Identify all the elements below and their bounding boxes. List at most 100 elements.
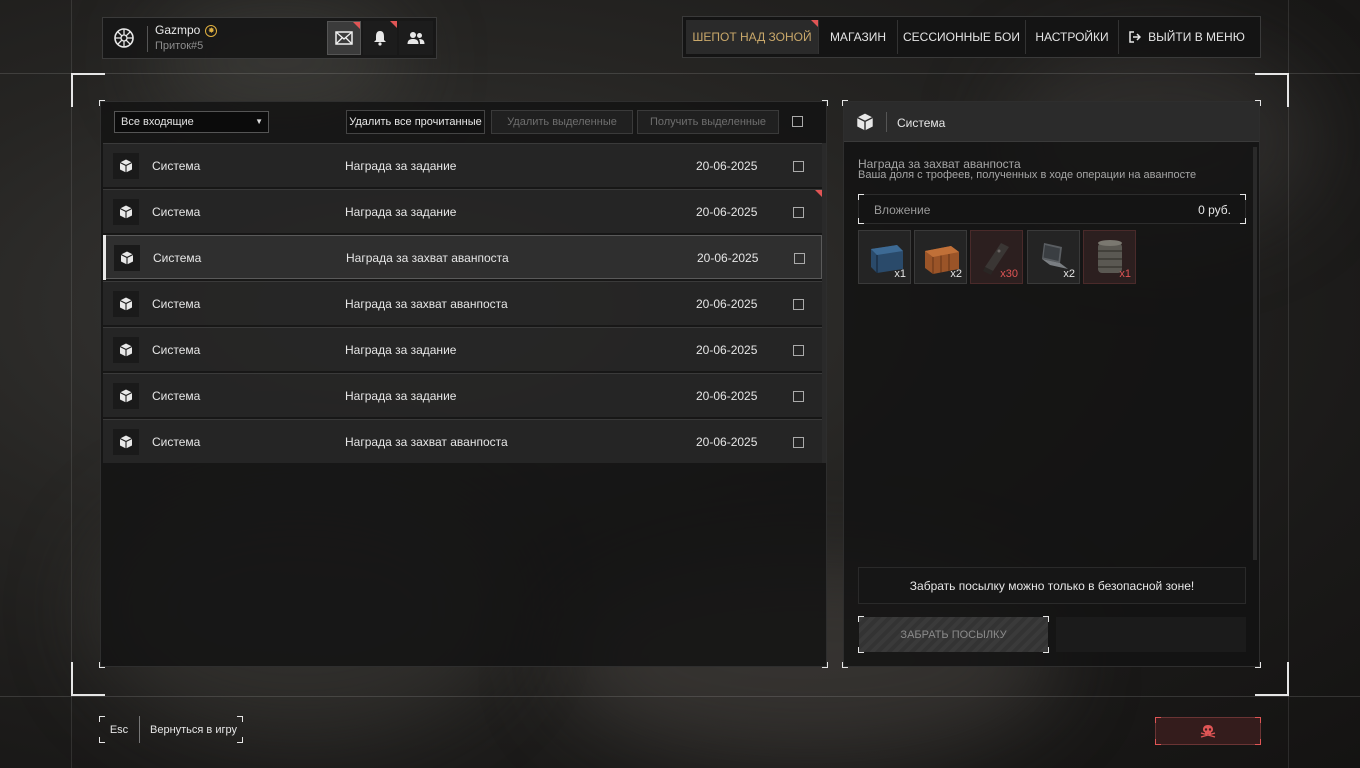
notification-marker <box>390 21 397 28</box>
message-checkbox[interactable] <box>793 299 804 310</box>
divider <box>147 26 148 52</box>
message-checkbox[interactable] <box>793 345 804 356</box>
nav-item-label: СЕССИОННЫЕ БОИ <box>903 30 1020 44</box>
package-icon <box>852 110 878 134</box>
grid-line <box>71 0 72 768</box>
list-scrollbar[interactable] <box>822 143 826 463</box>
nav-item-label: ШЕПОТ НАД ЗОНОЙ <box>692 30 812 44</box>
message-sender: Система <box>152 343 201 357</box>
item-quantity: x30 <box>1000 268 1018 280</box>
bell-icon <box>374 31 386 46</box>
exit-icon <box>1129 31 1142 43</box>
unread-marker <box>815 190 822 197</box>
message-subject: Награда за задание <box>345 389 457 403</box>
message-row[interactable]: Система Награда за задание 20-06-2025 <box>103 327 822 371</box>
package-icon <box>113 291 139 317</box>
message-subject: Награда за захват аванпоста <box>345 297 508 311</box>
package-icon <box>113 429 139 455</box>
package-icon <box>113 383 139 409</box>
message-checkbox[interactable] <box>793 161 804 172</box>
message-row[interactable]: Система Награда за захват аванпоста 20-0… <box>103 281 822 325</box>
divider <box>886 112 887 132</box>
nav-item-settings[interactable]: НАСТРОЙКИ <box>1026 20 1118 54</box>
inbox-filter-select[interactable]: Все входящие ▼ <box>114 111 269 133</box>
mail-button[interactable] <box>327 21 361 55</box>
button-corner <box>99 716 105 722</box>
item-slot[interactable]: x1 <box>858 230 911 284</box>
inbox-filter-value: Все входящие <box>121 116 194 128</box>
package-icon <box>113 199 139 225</box>
message-sender: Система <box>152 297 201 311</box>
message-checkbox[interactable] <box>793 207 804 218</box>
delete-read-button[interactable]: Удалить все прочитанные <box>346 110 485 134</box>
detail-sender: Система <box>897 116 946 130</box>
button-corner <box>99 737 105 743</box>
message-checkbox[interactable] <box>793 391 804 402</box>
get-selected-button[interactable]: Получить выделенные <box>637 110 779 134</box>
safe-zone-warning: Забрать посылку можно только в безопасно… <box>858 567 1246 604</box>
message-subject: Награда за захват аванпоста <box>346 251 509 265</box>
grid-line <box>0 696 1360 697</box>
nav-item-exit[interactable]: ВЫЙТИ В МЕНЮ <box>1119 20 1255 54</box>
message-date: 20-06-2025 <box>696 343 758 357</box>
dropdown-arrow-icon: ▼ <box>255 117 263 126</box>
inbox-panel: Все входящие ▼ Удалить все прочитанные У… <box>99 100 828 668</box>
nav-item-label: НАСТРОЙКИ <box>1035 30 1109 44</box>
nav-item-shop[interactable]: МАГАЗИН <box>819 20 897 54</box>
box-corner <box>1240 194 1246 200</box>
button-corner <box>237 716 243 722</box>
item-quantity: x1 <box>1119 268 1131 280</box>
message-subject: Награда за задание <box>345 159 457 173</box>
button-corner <box>237 737 243 743</box>
friends-icon <box>407 32 425 44</box>
notifications-button[interactable] <box>363 21 397 55</box>
box-corner <box>1240 218 1246 224</box>
item-quantity: x1 <box>894 268 906 280</box>
message-row[interactable]: Система Награда за задание 20-06-2025 <box>103 189 822 233</box>
select-all-checkbox[interactable] <box>792 116 803 127</box>
message-detail-panel: Система Награда за захват аванпоста Ваша… <box>842 100 1261 668</box>
attachment-value: 0 руб. <box>1198 203 1231 217</box>
package-icon <box>113 153 139 179</box>
item-quantity: x2 <box>950 268 962 280</box>
message-date: 20-06-2025 <box>696 205 758 219</box>
attachment-box: Вложение 0 руб. <box>858 194 1246 224</box>
nav-item-label: МАГАЗИН <box>829 30 887 44</box>
box-corner <box>858 218 864 224</box>
item-slot[interactable]: x30 <box>970 230 1023 284</box>
item-slot[interactable]: x1 <box>1083 230 1136 284</box>
suicide-button[interactable] <box>1155 717 1261 745</box>
grid-line <box>0 73 1360 74</box>
nav-item-session-battles[interactable]: СЕССИОННЫЕ БОИ <box>898 20 1025 54</box>
username: Gazmpo ✸ <box>155 23 218 37</box>
message-checkbox[interactable] <box>794 253 805 264</box>
message-row[interactable]: Система Награда за задание 20-06-2025 <box>103 143 822 187</box>
take-package-label: ЗАБРАТЬ ПОСЫЛКУ <box>900 628 1007 641</box>
back-to-game-button[interactable]: Esc Вернуться в игру <box>99 716 243 743</box>
button-corner <box>1155 739 1161 745</box>
mail-icon <box>335 31 353 45</box>
friends-button[interactable] <box>399 21 433 55</box>
button-corner <box>858 647 864 653</box>
detail-scrollbar[interactable] <box>1253 147 1257 560</box>
notification-marker <box>811 20 818 27</box>
panel-corner <box>99 662 105 668</box>
grid-line <box>1288 0 1289 768</box>
item-slot[interactable]: x2 <box>1027 230 1080 284</box>
message-row-selected[interactable]: Система Награда за захват аванпоста 20-0… <box>103 235 822 280</box>
take-package-button[interactable]: ЗАБРАТЬ ПОСЫЛКУ <box>858 616 1049 653</box>
message-date: 20-06-2025 <box>696 435 758 449</box>
message-checkbox[interactable] <box>793 437 804 448</box>
box-corner <box>858 194 864 200</box>
item-slot[interactable]: x2 <box>914 230 967 284</box>
delete-selected-button[interactable]: Удалить выделенные <box>491 110 633 134</box>
button-corner <box>858 616 864 622</box>
message-subject: Награда за задание <box>345 343 457 357</box>
message-subject: Награда за задание <box>345 205 457 219</box>
detail-body: Ваша доля с трофеев, полученных в ходе о… <box>858 169 1197 181</box>
user-profile: Gazmpo ✸ Приток#5 <box>102 17 437 59</box>
message-row[interactable]: Система Награда за захват аванпоста 20-0… <box>103 419 822 463</box>
message-sender: Система <box>152 205 201 219</box>
nav-item-whisper[interactable]: ШЕПОТ НАД ЗОНОЙ <box>686 20 818 54</box>
message-row[interactable]: Система Награда за задание 20-06-2025 <box>103 373 822 417</box>
